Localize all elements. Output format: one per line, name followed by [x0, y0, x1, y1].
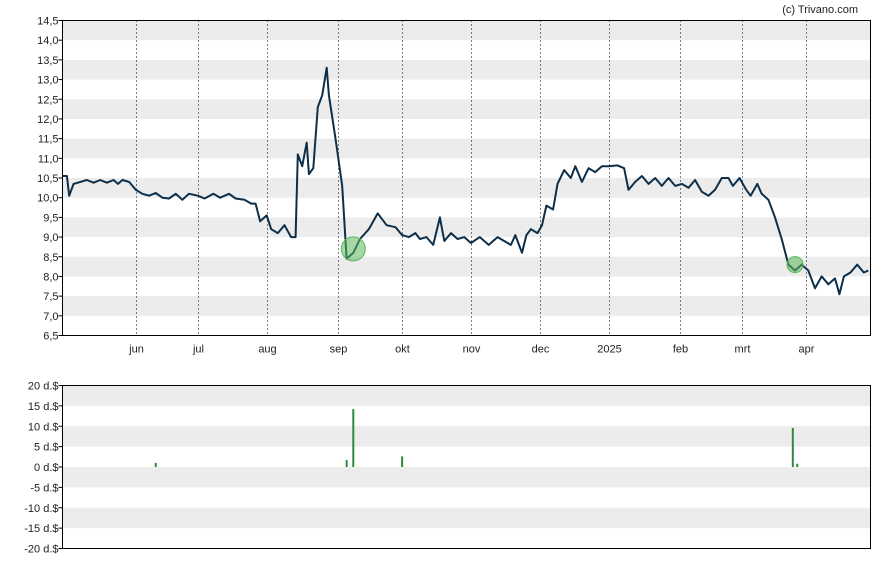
- volume-panel-bands: [62, 385, 871, 529]
- volume-band: [62, 507, 871, 529]
- y-tick-label: 11,5: [38, 134, 59, 146]
- volume-band: [62, 385, 871, 406]
- price-band: [62, 99, 871, 119]
- volume-y-tick-label: 0 d.$: [34, 462, 58, 474]
- y-tick-label: 12,0: [37, 114, 58, 126]
- y-tick-label: 13,0: [37, 75, 58, 87]
- price-panel-bands: [62, 20, 871, 316]
- y-tick-label: 7,5: [43, 291, 58, 303]
- volume-bar: [401, 456, 404, 467]
- y-tick-label: 8,5: [43, 252, 58, 264]
- x-tick-label: feb: [673, 344, 688, 356]
- x-tick-label: jul: [192, 344, 204, 356]
- volume-band: [62, 426, 871, 447]
- y-tick-label: 6,5: [43, 331, 58, 343]
- price-band: [62, 59, 871, 80]
- x-tick-label: apr: [799, 344, 815, 356]
- price-band: [62, 296, 871, 316]
- volume-bar: [345, 460, 348, 467]
- x-tick-label: jun: [128, 344, 144, 356]
- volume-y-tick-label: 10 d.$: [28, 421, 59, 433]
- y-tick-label: 14,5: [37, 16, 58, 28]
- volume-bar: [791, 427, 794, 467]
- y-tick-label: 13,5: [37, 55, 58, 67]
- event-marker: [786, 256, 804, 274]
- volume-band: [62, 467, 871, 488]
- volume-y-axis: 20 d.$ 15 d.$ 10 d.$ 5 d.$ 0 d.$ -5 d.$ -10 d.…: [24, 381, 63, 556]
- price-band: [62, 256, 871, 277]
- volume-bar: [796, 463, 799, 467]
- x-tick-label: mrt: [735, 344, 751, 356]
- volume-y-tick-label: 20 d.$: [28, 381, 59, 393]
- y-tick-label: 8,0: [43, 271, 58, 283]
- price-y-axis: 14,5 14,0 13,5 13,0 12,5 12,0 11,5 11,0 10,5 10,0…: [37, 16, 63, 343]
- x-tick-label: nov: [463, 344, 481, 356]
- y-tick-label: 10,0: [37, 193, 58, 205]
- y-tick-label: 10,5: [37, 173, 58, 185]
- price-band: [62, 217, 871, 238]
- y-tick-label: 9,5: [43, 212, 58, 224]
- x-tick-label: 2025: [597, 344, 621, 356]
- x-tick-label: okt: [395, 344, 410, 356]
- credit-text: (c) Trivano.com: [782, 4, 858, 16]
- x-tick-label: dec: [532, 344, 550, 356]
- volume-y-tick-label: 15 d.$: [28, 401, 59, 413]
- volume-y-tick-label: -10 d.$: [24, 503, 58, 515]
- price-x-axis: jun jul aug sep okt nov dec 2025 feb mrt apr: [128, 344, 815, 356]
- y-tick-label: 9,0: [43, 232, 58, 244]
- volume-bar: [352, 409, 355, 467]
- volume-y-tick-label: 5 d.$: [34, 442, 58, 454]
- x-tick-label: sep: [330, 344, 348, 356]
- y-tick-label: 7,0: [43, 311, 58, 323]
- event-marker: [340, 236, 366, 262]
- y-tick-label: 11,0: [38, 153, 59, 165]
- volume-bar: [154, 462, 157, 467]
- x-tick-label: aug: [258, 344, 276, 356]
- y-tick-label: 12,5: [37, 94, 58, 106]
- price-band: [62, 138, 871, 159]
- price-band: [62, 20, 871, 41]
- volume-y-tick-label: -20 d.$: [24, 544, 58, 556]
- y-tick-label: 14,0: [37, 35, 58, 47]
- volume-y-tick-label: -15 d.$: [24, 523, 58, 535]
- volume-y-tick-label: -5 d.$: [30, 482, 58, 494]
- stock-chart: 14,5 14,0 13,5 13,0 12,5 12,0 11,5 11,0 10,5 10,0…: [24, 4, 871, 556]
